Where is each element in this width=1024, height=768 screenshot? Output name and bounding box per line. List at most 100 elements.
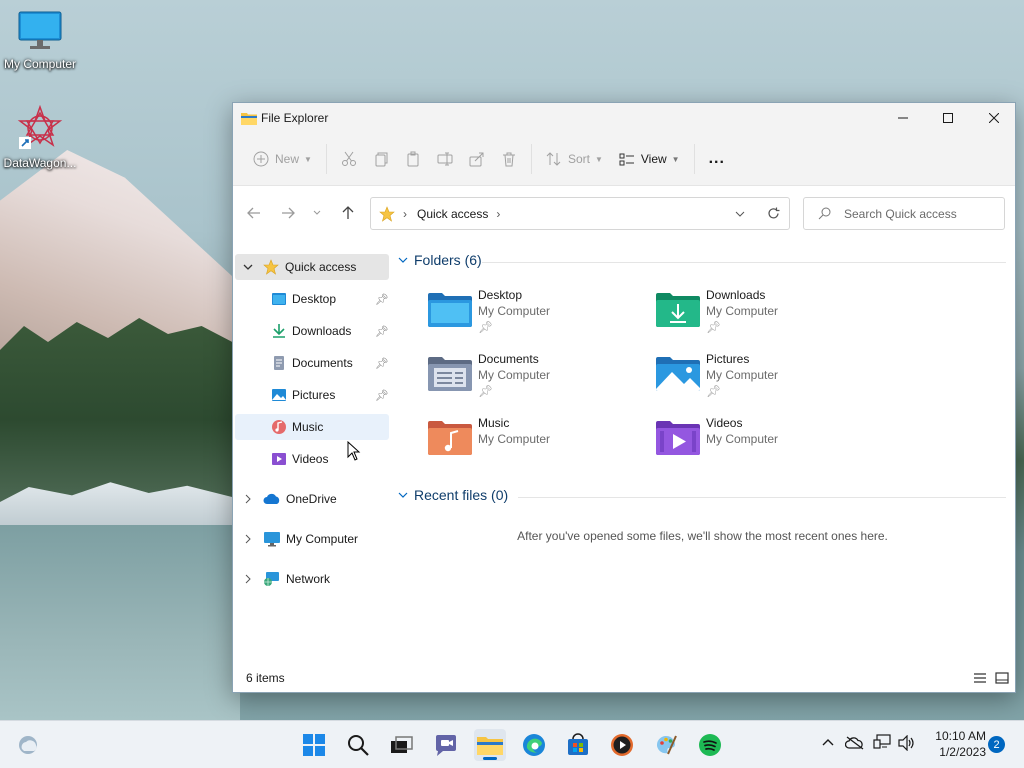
sidebar-item-quick-access[interactable]: Quick access	[235, 254, 389, 280]
pin-icon[interactable]: 📌︎	[375, 293, 389, 306]
more-label: ...	[708, 150, 725, 167]
task-view-button[interactable]	[386, 729, 418, 761]
view-button[interactable]: View ▼	[611, 143, 688, 175]
volume-icon[interactable]	[898, 734, 916, 754]
large-icons-view-icon[interactable]	[995, 672, 1009, 684]
teams-chat-button[interactable]	[430, 729, 462, 761]
sidebar-item-videos[interactable]: Videos	[235, 446, 389, 472]
rename-icon	[437, 152, 453, 166]
music-note-icon	[272, 420, 286, 434]
scissors-icon	[341, 151, 356, 166]
desktop-icon-label: My Computer	[3, 57, 77, 71]
widgets-button[interactable]	[12, 729, 44, 761]
media-player-button[interactable]	[606, 729, 638, 761]
sidebar-item-label: Quick access	[285, 260, 357, 274]
recent-locations-button[interactable]	[305, 198, 329, 228]
up-button[interactable]	[333, 198, 363, 228]
address-bar[interactable]: › Quick access ›	[370, 197, 790, 230]
sidebar-item-downloads[interactable]: Downloads 📌︎	[235, 318, 389, 344]
sidebar-item-documents[interactable]: Documents 📌︎	[235, 350, 389, 376]
breadcrumb-chevron-icon[interactable]: ›	[496, 207, 500, 221]
plus-circle-icon	[253, 151, 269, 167]
sidebar-item-music[interactable]: Music	[235, 414, 389, 440]
spotify-button[interactable]	[694, 729, 726, 761]
desktop-icon-my-computer[interactable]: My Computer	[0, 10, 80, 71]
folder-tile-music[interactable]: Music My Computer	[428, 413, 648, 471]
new-button[interactable]: New ▼	[245, 143, 320, 175]
folder-tile-desktop[interactable]: Desktop My Computer 📌︎	[428, 285, 648, 343]
chevron-down-icon	[243, 264, 253, 270]
store-button[interactable]	[562, 729, 594, 761]
more-options-button[interactable]: ...	[701, 143, 733, 175]
mouse-cursor-icon	[347, 441, 361, 461]
media-player-icon	[611, 734, 633, 756]
notification-count: 2	[993, 738, 1000, 751]
sidebar-item-desktop[interactable]: Desktop 📌︎	[235, 286, 389, 312]
content-area: Folders (6) Desktop My Computer 📌︎ Downl…	[390, 240, 1015, 667]
onedrive-offline-icon[interactable]	[844, 736, 865, 753]
cut-button[interactable]	[333, 143, 365, 175]
clock[interactable]: 10:10 AM 1/2/2023	[926, 728, 986, 760]
chevron-right-icon	[245, 574, 251, 584]
breadcrumb-quick-access[interactable]: Quick access	[417, 207, 488, 221]
minimize-button[interactable]	[880, 103, 926, 133]
maximize-button[interactable]	[925, 103, 971, 133]
toolbar-divider	[530, 144, 532, 174]
rename-button[interactable]	[429, 143, 461, 175]
copy-button[interactable]	[365, 143, 397, 175]
chevron-down-icon: ▼	[304, 154, 312, 164]
share-button[interactable]	[461, 143, 493, 175]
search-placeholder: Search Quick access	[844, 206, 957, 221]
folder-tile-videos[interactable]: Videos My Computer	[656, 413, 876, 471]
clipboard-icon	[407, 151, 419, 167]
status-bar: 6 items	[233, 664, 1015, 692]
arrow-right-icon	[282, 207, 295, 219]
sidebar-item-my-computer[interactable]: My Computer	[235, 526, 389, 552]
forward-button[interactable]	[273, 198, 303, 228]
pin-icon[interactable]: 📌︎	[375, 357, 389, 370]
paint-button[interactable]	[650, 729, 682, 761]
folder-location: My Computer	[706, 368, 779, 382]
pin-icon[interactable]: 📌︎	[375, 389, 389, 402]
desktop-icon-label: DataWagon...	[3, 156, 77, 170]
clock-time: 10:10 AM	[935, 729, 986, 743]
folder-tile-documents[interactable]: Documents My Computer 📌︎	[428, 349, 648, 407]
folder-name: Documents	[478, 352, 539, 366]
recent-files-section-header[interactable]: Recent files (0)	[398, 487, 508, 503]
folder-tile-downloads[interactable]: Downloads My Computer 📌︎	[656, 285, 876, 343]
back-button[interactable]	[239, 198, 269, 228]
chevron-right-icon	[245, 494, 251, 504]
section-divider	[518, 497, 1006, 498]
pin-icon: 📌︎	[706, 384, 722, 398]
chevron-down-icon[interactable]	[735, 211, 745, 217]
edge-button[interactable]	[518, 729, 550, 761]
new-label: New	[275, 152, 300, 166]
folder-tile-pictures[interactable]: Pictures My Computer 📌︎	[656, 349, 876, 407]
close-button[interactable]	[971, 103, 1017, 133]
network-status-icon[interactable]	[873, 734, 891, 753]
sidebar-item-network[interactable]: Network	[235, 566, 389, 592]
delete-button[interactable]	[493, 143, 525, 175]
item-count: 6 items	[246, 671, 285, 685]
folders-section-header[interactable]: Folders (6)	[398, 252, 482, 268]
monitor-icon	[264, 532, 280, 547]
start-button[interactable]	[298, 729, 330, 761]
show-hidden-icons-chevron-icon[interactable]	[822, 735, 838, 753]
paste-button[interactable]	[397, 143, 429, 175]
search-button[interactable]	[342, 729, 374, 761]
sort-button[interactable]: Sort ▼	[538, 143, 611, 175]
file-explorer-taskbar-button[interactable]	[474, 729, 506, 761]
details-view-icon[interactable]	[973, 672, 987, 684]
sidebar-item-onedrive[interactable]: OneDrive	[235, 486, 389, 512]
pin-icon: 📌︎	[706, 320, 722, 334]
pin-icon[interactable]: 📌︎	[375, 325, 389, 338]
title-bar[interactable]: File Explorer	[233, 103, 1015, 133]
sidebar-item-pictures[interactable]: Pictures 📌︎	[235, 382, 389, 408]
search-box[interactable]: Search Quick access	[803, 197, 1005, 230]
notification-badge[interactable]: 2	[988, 736, 1005, 753]
desktop-folder-icon	[272, 293, 286, 305]
command-bar: New ▼ Sort ▼ View ▼ ...	[233, 133, 1015, 186]
refresh-icon[interactable]	[767, 207, 780, 220]
maximize-icon	[943, 113, 953, 123]
desktop-icon-datawagon[interactable]: DataWagon...	[0, 104, 80, 170]
